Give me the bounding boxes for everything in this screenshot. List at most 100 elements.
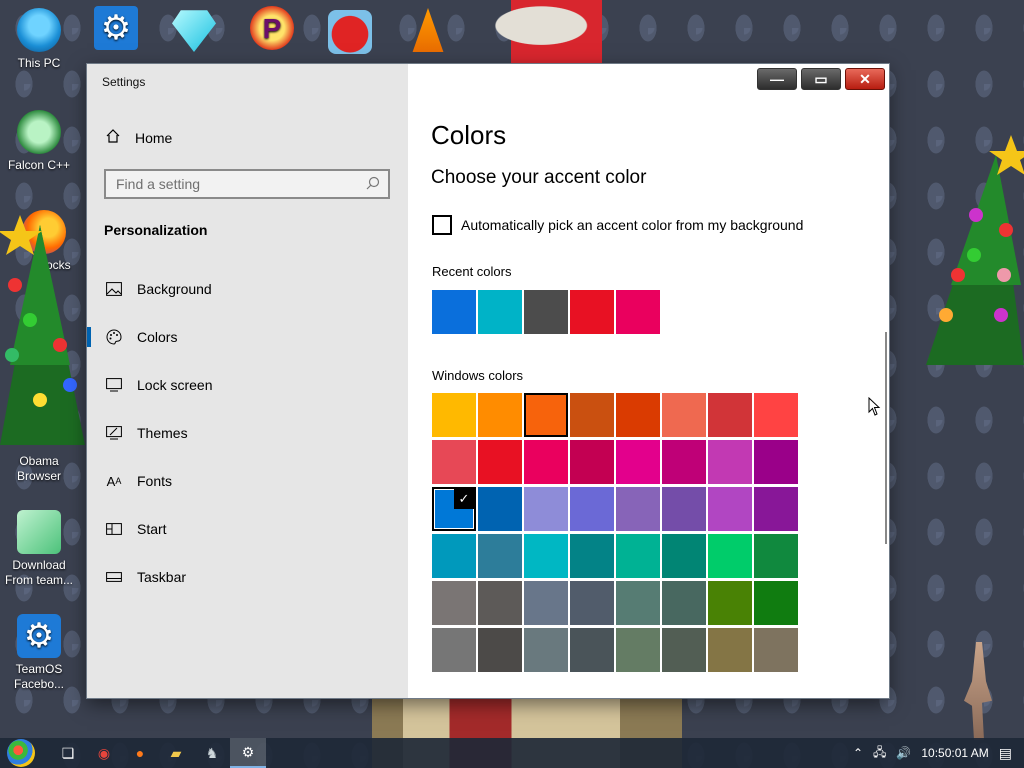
- maximize-button[interactable]: ▭: [801, 68, 841, 90]
- christmas-tree-right: [926, 135, 1024, 365]
- auto-pick-row[interactable]: Automatically pick an accent color from …: [432, 215, 803, 235]
- minimize-button[interactable]: —: [757, 68, 797, 90]
- scrollbar[interactable]: [885, 332, 887, 544]
- color-swatch[interactable]: [432, 581, 476, 625]
- start-icon: [105, 523, 123, 535]
- color-swatch[interactable]: [708, 393, 752, 437]
- color-swatch[interactable]: [662, 487, 706, 531]
- color-swatch[interactable]: [432, 393, 476, 437]
- action-center-icon[interactable]: ▤: [999, 745, 1012, 762]
- color-swatch[interactable]: [616, 628, 660, 672]
- network-icon[interactable]: 🖧: [873, 743, 886, 764]
- color-swatch[interactable]: [570, 628, 614, 672]
- taskbar-app-chrome[interactable]: ◉: [86, 738, 122, 768]
- page-title: Colors: [431, 120, 507, 150]
- color-swatch[interactable]: [754, 581, 798, 625]
- sidebar-item-colors[interactable]: Colors: [87, 315, 408, 359]
- color-swatch[interactable]: [524, 440, 568, 484]
- recent-color-swatch[interactable]: [524, 290, 568, 334]
- sidebar-item-start[interactable]: Start: [87, 507, 408, 551]
- desktop-icon-gem[interactable]: [154, 8, 234, 56]
- taskbar-app-file-explorer[interactable]: ▰: [158, 738, 194, 768]
- color-swatch[interactable]: [662, 581, 706, 625]
- color-swatch[interactable]: [616, 440, 660, 484]
- home-label: Home: [135, 129, 173, 146]
- recent-color-swatch[interactable]: [616, 290, 660, 334]
- color-swatch[interactable]: [662, 393, 706, 437]
- sidebar-item-taskbar[interactable]: Taskbar: [87, 555, 408, 599]
- volume-icon[interactable]: 🔊: [896, 746, 911, 760]
- color-swatch[interactable]: [432, 628, 476, 672]
- color-swatch[interactable]: [708, 487, 752, 531]
- desktop-icon-download[interactable]: Download From team...: [0, 510, 79, 588]
- taskbar-app-settings[interactable]: ⚙: [230, 738, 266, 768]
- color-swatch[interactable]: [616, 581, 660, 625]
- color-swatch[interactable]: [708, 628, 752, 672]
- desktop-icon-teamos[interactable]: ⚙ TeamOS Facebo...: [0, 614, 79, 692]
- start-button[interactable]: [0, 738, 42, 768]
- desktop-icon-angry-birds[interactable]: [310, 10, 390, 58]
- close-button[interactable]: ✕: [845, 68, 885, 90]
- color-swatch[interactable]: [478, 393, 522, 437]
- color-swatch[interactable]: [708, 440, 752, 484]
- recent-color-swatch[interactable]: [478, 290, 522, 334]
- sidebar-item-fonts[interactable]: AA Fonts: [87, 459, 408, 503]
- color-swatch[interactable]: [754, 628, 798, 672]
- color-swatch[interactable]: [616, 487, 660, 531]
- auto-pick-checkbox[interactable]: [432, 215, 452, 235]
- taskbar-app-task-view[interactable]: ❏: [50, 738, 86, 768]
- color-swatch[interactable]: [570, 393, 614, 437]
- taskbar-app-game[interactable]: ♞: [194, 738, 230, 768]
- color-swatch[interactable]: [754, 534, 798, 578]
- color-swatch[interactable]: ✓: [432, 487, 476, 531]
- recycle-bin-icon: [17, 110, 61, 154]
- color-swatch[interactable]: [570, 487, 614, 531]
- color-swatch[interactable]: [708, 534, 752, 578]
- sidebar-item-background[interactable]: Background: [87, 267, 408, 311]
- color-swatch[interactable]: [754, 487, 798, 531]
- color-swatch[interactable]: [524, 393, 568, 437]
- color-swatch[interactable]: [570, 534, 614, 578]
- color-swatch[interactable]: [524, 534, 568, 578]
- color-swatch[interactable]: [754, 393, 798, 437]
- search-input[interactable]: Find a setting: [104, 169, 390, 199]
- color-swatch[interactable]: [616, 393, 660, 437]
- color-swatch[interactable]: [478, 440, 522, 484]
- color-swatch[interactable]: [662, 534, 706, 578]
- auto-pick-label: Automatically pick an accent color from …: [461, 217, 804, 233]
- color-swatch[interactable]: [432, 440, 476, 484]
- vlc-icon: [412, 8, 444, 52]
- desktop-icon-falcon[interactable]: Falcon C++: [0, 110, 79, 173]
- search-placeholder: Find a setting: [116, 176, 201, 192]
- color-swatch[interactable]: [570, 440, 614, 484]
- color-swatch[interactable]: [478, 487, 522, 531]
- taskbar-app-firefox[interactable]: ●: [122, 738, 158, 768]
- desktop-icon-p-app[interactable]: P: [232, 6, 312, 54]
- recent-color-swatch[interactable]: [570, 290, 614, 334]
- color-swatch[interactable]: [616, 534, 660, 578]
- color-swatch[interactable]: [524, 628, 568, 672]
- color-swatch[interactable]: [570, 581, 614, 625]
- color-swatch[interactable]: [524, 487, 568, 531]
- themes-icon: [105, 426, 123, 440]
- game-icon: ♞: [205, 744, 219, 761]
- sidebar-item-themes[interactable]: Themes: [87, 411, 408, 455]
- color-swatch[interactable]: [662, 628, 706, 672]
- color-swatch[interactable]: [524, 581, 568, 625]
- desktop-icon-settings[interactable]: ⚙: [76, 6, 156, 54]
- chevron-up-icon[interactable]: ⌃: [853, 746, 863, 760]
- color-swatch[interactable]: [708, 581, 752, 625]
- diamond-icon: [172, 10, 216, 52]
- color-swatch[interactable]: [662, 440, 706, 484]
- sidebar-item-lock-screen[interactable]: Lock screen: [87, 363, 408, 407]
- desktop-icon-this-pc[interactable]: This PC: [0, 8, 79, 71]
- color-swatch[interactable]: [478, 581, 522, 625]
- color-swatch[interactable]: [478, 534, 522, 578]
- recent-color-swatch[interactable]: [432, 290, 476, 334]
- sidebar: Settings Home Find a setting Personaliza…: [87, 64, 408, 698]
- color-swatch[interactable]: [754, 440, 798, 484]
- home-link[interactable]: Home: [105, 128, 172, 147]
- color-swatch[interactable]: [432, 534, 476, 578]
- color-swatch[interactable]: [478, 628, 522, 672]
- clock[interactable]: 10:50:01 AM: [921, 746, 988, 760]
